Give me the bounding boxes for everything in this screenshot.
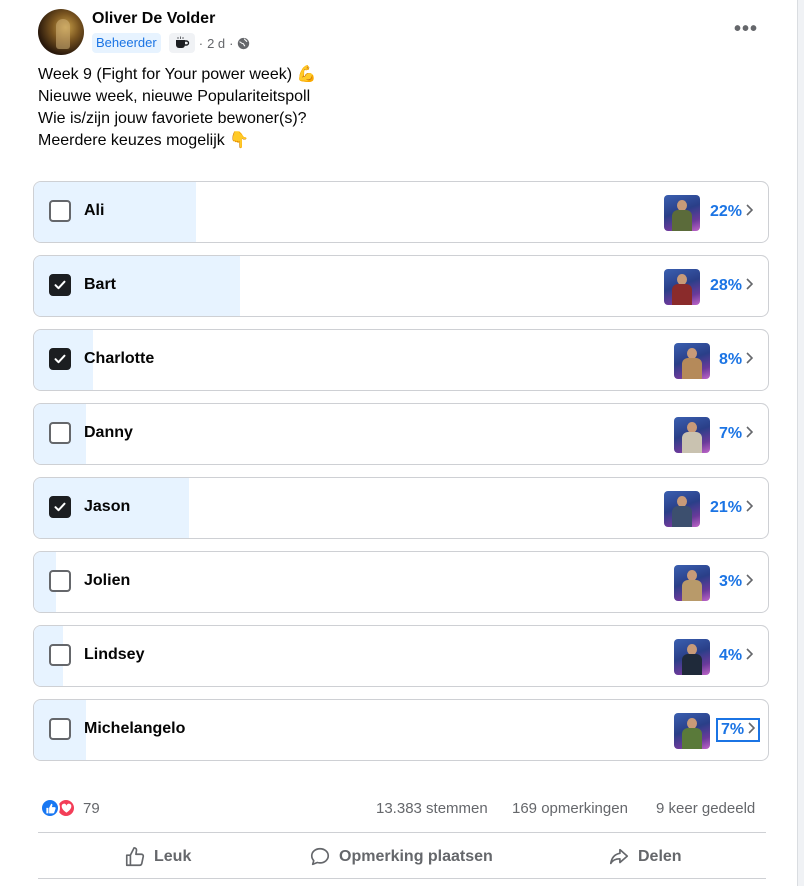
- post-time[interactable]: 2 d: [207, 36, 225, 51]
- poll-option[interactable]: Michelangelo 7%: [33, 699, 769, 761]
- poll-option-label: Lindsey: [84, 646, 145, 663]
- author-name[interactable]: Oliver De Volder: [92, 10, 215, 28]
- voter-avatar[interactable]: [674, 713, 710, 749]
- poll-option-percentage: 22%: [710, 203, 743, 220]
- poll-option[interactable]: Ali 22%: [33, 181, 769, 243]
- more-options-icon[interactable]: •••: [734, 18, 758, 41]
- thumbs-up-icon: [125, 847, 145, 867]
- reaction-count: 79: [83, 799, 100, 817]
- admin-badge[interactable]: Beheerder: [92, 33, 161, 53]
- poll-option-label: Michelangelo: [84, 720, 186, 737]
- poll-option-percentage: 7%: [721, 721, 745, 738]
- share-button[interactable]: Delen: [608, 845, 682, 869]
- poll-option-label: Bart: [84, 276, 117, 293]
- poll-option[interactable]: Jason 21%: [33, 477, 769, 539]
- post-line: Nieuwe week, nieuwe Populariteitspoll: [38, 88, 311, 105]
- poll-option-checkbox[interactable]: [49, 422, 71, 444]
- poll-option-percentage: 21%: [710, 499, 743, 516]
- voter-avatar[interactable]: [664, 195, 700, 231]
- checkmark-icon: [54, 280, 66, 290]
- divider: [38, 878, 766, 879]
- chevron-right-icon: [745, 203, 754, 221]
- author-avatar[interactable]: [38, 9, 84, 55]
- comment-button[interactable]: Opmerking plaatsen: [309, 845, 493, 869]
- poll-option-label: Jolien: [84, 572, 131, 589]
- poll-option-percentage-link[interactable]: 4%: [719, 647, 754, 665]
- share-label: Delen: [638, 848, 682, 865]
- meta-separator: ·: [198, 35, 204, 51]
- voter-avatar[interactable]: [664, 491, 700, 527]
- comment-label: Opmerking plaatsen: [339, 848, 493, 865]
- chevron-right-icon: [747, 721, 756, 739]
- voter-avatar[interactable]: [674, 417, 710, 453]
- poll-option-checkbox[interactable]: [49, 718, 71, 740]
- divider: [38, 832, 766, 833]
- chevron-right-icon: [745, 277, 754, 295]
- poll-option[interactable]: Bart 28%: [33, 255, 769, 317]
- comments-count[interactable]: 169 opmerkingen: [512, 800, 628, 817]
- poll-option-checkbox[interactable]: [49, 348, 71, 370]
- checkmark-icon: [54, 502, 66, 512]
- poll-option-percentage: 7%: [719, 425, 743, 442]
- poll-option-checkbox[interactable]: [49, 274, 71, 296]
- poll-option[interactable]: Danny 7%: [33, 403, 769, 465]
- poll-option-percentage: 3%: [719, 573, 743, 590]
- poll-option-label: Ali: [84, 202, 105, 219]
- voter-avatar[interactable]: [664, 269, 700, 305]
- poll-option-percentage-link[interactable]: 21%: [710, 499, 754, 517]
- voter-avatar[interactable]: [674, 565, 710, 601]
- poll-option-percentage: 8%: [719, 351, 743, 368]
- poll-option-checkbox[interactable]: [49, 644, 71, 666]
- poll-option-percentage-link[interactable]: 3%: [719, 573, 754, 591]
- poll-option-label: Jason: [84, 498, 131, 515]
- poll-option[interactable]: Jolien 3%: [33, 551, 769, 613]
- poll-option-label: Charlotte: [84, 350, 155, 367]
- post-line: Week 9 (Fight for Your power week) 💪: [38, 66, 317, 83]
- post-card: Oliver De Volder Beheerder · 2 d · ••• W…: [0, 0, 798, 886]
- poll-option-percentage-link[interactable]: 7%: [715, 718, 761, 742]
- chevron-right-icon: [745, 425, 754, 443]
- chevron-right-icon: [745, 499, 754, 517]
- shares-count[interactable]: 9 keer gedeeld: [656, 800, 755, 817]
- voter-avatar[interactable]: [674, 639, 710, 675]
- poll-option-percentage-link[interactable]: 22%: [710, 203, 754, 221]
- chevron-right-icon: [745, 351, 754, 369]
- post-line: Wie is/zijn jouw favoriete bewoner(s)?: [38, 110, 307, 127]
- voter-avatar[interactable]: [674, 343, 710, 379]
- reactions-summary[interactable]: 79: [40, 798, 100, 818]
- poll-option[interactable]: Lindsey 4%: [33, 625, 769, 687]
- poll-option-percentage: 4%: [719, 647, 743, 664]
- post-meta: Beheerder · 2 d ·: [92, 33, 250, 53]
- share-icon: [609, 848, 629, 865]
- scrollbar-track[interactable]: [798, 0, 804, 886]
- checkmark-icon: [54, 354, 66, 364]
- poll-option-checkbox[interactable]: [49, 200, 71, 222]
- meta-separator: ·: [229, 35, 234, 51]
- votes-count[interactable]: 13.383 stemmen: [376, 800, 488, 817]
- poll-option-percentage: 28%: [710, 277, 743, 294]
- poll-option[interactable]: Charlotte 8%: [33, 329, 769, 391]
- globe-icon: [238, 37, 250, 49]
- like-label: Leuk: [154, 848, 192, 865]
- poll-option-checkbox[interactable]: [49, 570, 71, 592]
- post-text: Week 9 (Fight for Your power week) 💪 Nie…: [38, 64, 316, 152]
- like-reaction-icon: [40, 798, 60, 818]
- poll-option-percentage-link[interactable]: 7%: [719, 425, 754, 443]
- poll-option-percentage-link[interactable]: 8%: [719, 351, 754, 369]
- coffee-cup-icon[interactable]: [168, 33, 195, 53]
- like-button[interactable]: Leuk: [124, 845, 191, 869]
- poll-option-percentage-link[interactable]: 28%: [710, 277, 754, 295]
- poll-option-checkbox[interactable]: [49, 496, 71, 518]
- post-line: Meerdere keuzes mogelijk 👇: [38, 132, 250, 149]
- comment-icon: [310, 847, 330, 866]
- poll-option-label: Danny: [84, 424, 133, 441]
- chevron-right-icon: [745, 647, 754, 665]
- chevron-right-icon: [745, 573, 754, 591]
